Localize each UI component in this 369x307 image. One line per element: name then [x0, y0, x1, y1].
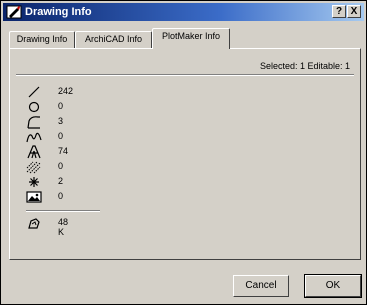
hotspot-icon [29, 177, 39, 187]
separator [16, 74, 354, 76]
drawing-info-dialog: Drawing Info ? X Drawing Info ArchiCAD I… [0, 0, 367, 305]
circles-count: 0 [58, 101, 64, 111]
splines-count: 0 [58, 131, 64, 141]
selection-info: Selected: 1 Editable: 1 [259, 61, 350, 71]
memory-value: 48 K [58, 217, 69, 237]
pictures-count: 0 [58, 191, 64, 201]
texts-count: 74 [58, 146, 69, 156]
circle-icon [28, 101, 40, 113]
arcs-count: 3 [58, 116, 64, 126]
window-title: Drawing Info [25, 6, 92, 18]
ok-button[interactable]: OK [304, 274, 362, 298]
spline-icon [26, 132, 42, 143]
memory-icon [28, 218, 40, 229]
plotmaker-info-panel: Selected: 1 Editable: 1 242 0 3 0 74 0 2… [9, 48, 361, 260]
help-button[interactable]: ? [332, 5, 346, 18]
tab-archicad-info[interactable]: ArchiCAD Info [75, 31, 152, 48]
text-icon [27, 145, 41, 159]
close-button[interactable]: X [347, 5, 361, 18]
cancel-button[interactable]: Cancel [233, 275, 289, 297]
tab-plotmaker-info[interactable]: PlotMaker Info [152, 28, 230, 49]
lines-count: 242 [58, 86, 74, 96]
hotspots-count: 2 [58, 176, 64, 186]
app-icon [6, 5, 22, 19]
arc-icon [27, 116, 40, 129]
memory-separator [26, 210, 100, 212]
line-icon [28, 86, 40, 98]
hatch-icon [26, 161, 41, 174]
tab-drawing-info[interactable]: Drawing Info [9, 31, 75, 48]
hatches-count: 0 [58, 161, 64, 171]
title-bar[interactable]: Drawing Info ? X [3, 3, 364, 21]
picture-icon [26, 191, 42, 203]
